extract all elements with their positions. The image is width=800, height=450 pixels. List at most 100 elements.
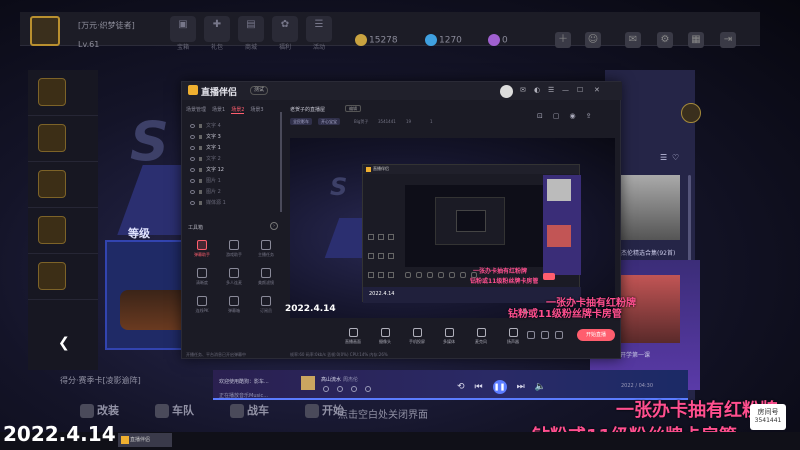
list-item[interactable]: 文字 1	[186, 142, 281, 153]
category-tag[interactable]: 全民影车	[290, 118, 312, 125]
list-item[interactable]: 媒体源 1	[186, 197, 281, 208]
settings-icon[interactable]	[555, 331, 563, 339]
volume-icon[interactable]: 🔈	[535, 382, 546, 392]
like-icon[interactable]	[323, 386, 329, 392]
lock-icon[interactable]	[199, 123, 202, 128]
album-cover-2[interactable]	[620, 275, 680, 343]
download-icon[interactable]	[337, 386, 343, 392]
minimize-icon[interactable]: —	[562, 86, 569, 94]
tool-multi[interactable]: 多人连麦	[218, 268, 250, 286]
menu-icon[interactable]: ☰	[548, 86, 554, 94]
ctrl-camera[interactable]: 摄像头	[374, 328, 396, 345]
edit-title-button[interactable]: 编辑	[345, 105, 361, 112]
card-row[interactable]	[28, 70, 98, 116]
lock-icon[interactable]	[199, 167, 202, 172]
lock-icon[interactable]	[199, 134, 202, 139]
eye-icon[interactable]	[190, 200, 195, 205]
nav-welfare[interactable]: ✿ 福利	[272, 16, 298, 51]
title-bar[interactable]: 直播伴侣 测试 ✉ ◐ ☰ — ☐ ✕	[182, 82, 622, 100]
source-scrollbar[interactable]	[280, 112, 282, 212]
ctrl-screen[interactable]: 直播画面	[342, 328, 364, 345]
ctrl-mic[interactable]: 麦克风	[470, 328, 492, 345]
eye-icon[interactable]	[190, 167, 195, 172]
song-cover[interactable]	[301, 376, 315, 390]
lock-icon[interactable]	[199, 145, 202, 150]
eye-icon[interactable]	[190, 145, 195, 150]
lock-icon[interactable]: ⊡	[537, 112, 543, 120]
maximize-icon[interactable]: ☐	[577, 86, 583, 94]
tab-scene-2[interactable]: 场景2	[231, 106, 245, 114]
album-cover-1[interactable]	[620, 175, 680, 240]
exit-icon[interactable]: ⇥	[720, 32, 736, 48]
lock-icon[interactable]	[199, 200, 202, 205]
nav-gift[interactable]: ✚ 礼包	[204, 16, 230, 51]
mail-icon[interactable]: ✉	[625, 32, 641, 48]
ctrl-phone[interactable]: 手机投屏	[406, 328, 428, 345]
start-live-button[interactable]: 开始直播	[577, 329, 615, 341]
card-row[interactable]	[28, 208, 98, 254]
friends-icon[interactable]: ☺	[585, 32, 601, 48]
close-tip[interactable]: 点击空白处关闭界面	[338, 406, 428, 421]
stream-preview[interactable]: S 直播伴侣 2022.4.14 一张办卡抽有红粉牌 钻粉或11级粉丝牌卡房管	[290, 138, 615, 318]
skin-icon[interactable]: ◐	[534, 86, 540, 94]
tool-pk[interactable]: 连线PK	[186, 296, 218, 314]
arrow-left-icon[interactable]: ❮	[58, 335, 74, 351]
list-item[interactable]: 图片 1	[186, 175, 281, 186]
tool-box[interactable]: 弹幕箱	[218, 296, 250, 314]
nav-shop[interactable]: ▤ 商城	[238, 16, 264, 51]
toolbox-collapse-icon[interactable]: ›	[270, 222, 278, 230]
comment-icon[interactable]	[351, 386, 357, 392]
add-icon[interactable]: ＋	[555, 32, 571, 48]
card-row[interactable]	[28, 116, 98, 162]
tab-scene-3[interactable]: 场景3	[250, 106, 263, 114]
lock-icon[interactable]	[199, 189, 202, 194]
nav-event[interactable]: ☰ 活动	[306, 16, 332, 51]
card-row[interactable]	[28, 162, 98, 208]
next-icon[interactable]: ⏭	[517, 382, 525, 392]
more-icon[interactable]	[365, 386, 371, 392]
user-avatar[interactable]	[500, 85, 513, 98]
record-icon[interactable]	[527, 331, 535, 339]
prev-icon[interactable]: ⏮	[475, 382, 483, 392]
tool-beauty[interactable]: 美颜滤镜	[250, 268, 282, 286]
list-item[interactable]: 图片 2	[186, 186, 281, 197]
share-icon[interactable]: ⇪	[586, 112, 592, 120]
ctrl-speaker[interactable]: 扬声器	[502, 328, 524, 345]
view-icon[interactable]	[541, 331, 549, 339]
list-icon[interactable]: ☰	[660, 153, 667, 162]
eye-icon[interactable]	[190, 189, 195, 194]
eye-icon[interactable]	[190, 178, 195, 183]
mail-icon[interactable]: ✉	[520, 86, 526, 94]
loop-icon[interactable]: ⟲	[457, 382, 465, 392]
player-avatar[interactable]	[30, 16, 60, 46]
list-item[interactable]: 文字 2	[186, 153, 281, 164]
pause-button[interactable]: ❚❚	[492, 380, 507, 394]
eye-icon[interactable]	[190, 123, 195, 128]
lock-icon[interactable]	[199, 156, 202, 161]
tool-danmaku[interactable]: 弹幕助手	[186, 240, 218, 258]
tab-scene-manage[interactable]: 场景管理	[186, 106, 206, 114]
tool-task[interactable]: 主播任务	[250, 240, 282, 258]
tool-quality[interactable]: 清晰度	[186, 268, 218, 286]
nav-box[interactable]: ▣ 宝箱	[170, 16, 196, 51]
heart-icon[interactable]: ♡	[672, 153, 679, 162]
tasks-icon[interactable]: ▦	[688, 32, 704, 48]
card-row[interactable]	[28, 254, 98, 300]
tab-scene-1[interactable]: 场景1	[212, 106, 225, 114]
tool-sub[interactable]: 订阅员	[250, 296, 282, 314]
list-item[interactable]: 文字 4	[186, 120, 281, 131]
close-icon[interactable]: ✕	[594, 86, 600, 94]
eye-icon[interactable]	[190, 156, 195, 161]
ctrl-media[interactable]: 多媒体	[438, 328, 460, 345]
screenshot-icon[interactable]: ▢	[553, 112, 560, 120]
lock-icon[interactable]	[199, 178, 202, 183]
eye-icon[interactable]	[190, 134, 195, 139]
nav-tank[interactable]: 战车	[230, 402, 269, 418]
nav-modify[interactable]: 改装	[80, 402, 119, 418]
sub-tag[interactable]: 开心宝宝	[318, 118, 340, 125]
tool-game[interactable]: 游戏助手	[218, 240, 250, 258]
record-icon[interactable]: ◉	[570, 112, 576, 120]
settings-icon[interactable]: ⚙	[657, 32, 673, 48]
nav-team[interactable]: 车队	[155, 402, 194, 418]
list-item[interactable]: 文字 12	[186, 164, 281, 175]
